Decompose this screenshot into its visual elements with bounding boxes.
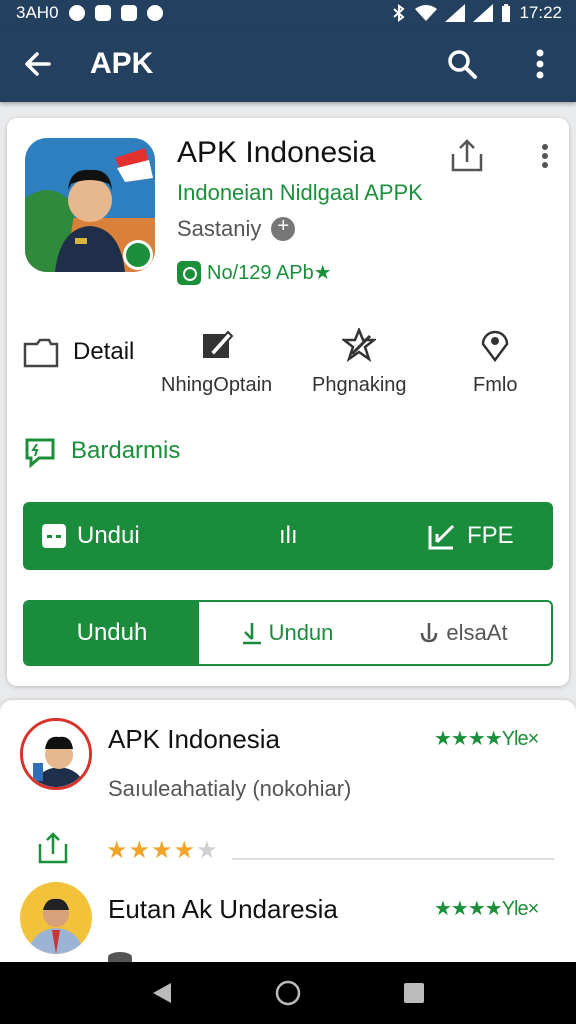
secondary-download-button[interactable]: elsaAt — [375, 602, 551, 664]
developer-add-icon — [271, 215, 296, 241]
edit-icon — [202, 330, 233, 358]
share-icon — [451, 139, 483, 172]
app-detail-card: APK Indonesia Indoneian Nidlgaal APPK Sa… — [7, 118, 569, 686]
wifi-icon — [415, 5, 438, 21]
download-options: Unduh Undun elsaAt — [23, 600, 553, 666]
back-button[interactable] — [18, 44, 58, 84]
info-item-2-label: Phgnaking — [312, 374, 407, 396]
detail-label: Detail — [73, 338, 135, 365]
edit-chart-icon — [428, 524, 455, 550]
more-vert-icon — [536, 49, 544, 79]
unduh-button[interactable]: Unduh — [25, 602, 199, 664]
info-item-2[interactable]: Phgnaking — [312, 328, 407, 397]
status-settings-icon — [146, 5, 163, 21]
search-icon — [448, 50, 477, 79]
list-item-rating-label-2: ★★★★Yle× — [434, 898, 539, 920]
overflow-menu-button[interactable] — [520, 44, 560, 84]
download-bar: Undui ılı FPE — [23, 502, 553, 570]
app-title: APK Indonesia — [177, 136, 376, 169]
unduh-label: Unduh — [76, 619, 148, 646]
app-developer[interactable]: Sastaniy — [177, 215, 296, 242]
check-icon — [177, 260, 201, 285]
status-left-text: 3AH0 — [16, 3, 59, 22]
info-item-1-label: NhingOptain — [161, 374, 273, 396]
edit-apk-button[interactable]: FPE — [427, 502, 514, 570]
nav-home-icon[interactable] — [274, 979, 302, 1007]
app-subtitle: Indoneian Nidlgaal APPK — [177, 180, 423, 205]
list-item-stars: ★★★★★ — [106, 836, 219, 865]
info-item-3[interactable]: Fmlo — [473, 328, 517, 397]
status-image-icon — [120, 5, 137, 21]
permissions-row[interactable]: Bardarmis — [23, 434, 180, 468]
app-rating: No/129 APb★ — [177, 260, 332, 285]
arrow-left-icon — [25, 52, 51, 76]
list-item-rating-label: ★★★★Yle× — [434, 728, 539, 750]
stats-label: ılı — [279, 522, 298, 549]
download-button[interactable]: Undui — [41, 502, 140, 570]
edit-apk-label: FPE — [467, 522, 514, 549]
download-arrow-icon — [242, 623, 261, 645]
info-item-1[interactable]: NhingOptain — [161, 328, 272, 397]
info-row: Detail NhingOptain Phgnaking Fmlo — [7, 328, 569, 418]
folder-icon — [23, 338, 59, 368]
stats-button[interactable]: ılı — [279, 502, 298, 570]
card-more-button[interactable] — [531, 136, 559, 176]
battery-icon — [502, 4, 511, 22]
list-item-avatar-2[interactable] — [20, 882, 92, 954]
more-vert-icon — [542, 144, 548, 168]
secondary-download-label: elsaAt — [446, 620, 508, 645]
partial-icon — [108, 952, 132, 962]
permissions-label: Bardarmis — [71, 437, 181, 464]
system-nav-bar — [0, 962, 576, 1024]
download-label: Undui — [77, 522, 140, 549]
status-bar: 3AH0 17:22 — [0, 0, 576, 26]
chat-icon — [25, 438, 55, 468]
signal-icon-2 — [473, 4, 494, 22]
list-item-share-button[interactable] — [36, 830, 70, 864]
list-item-avatar[interactable] — [20, 718, 92, 790]
status-notification-icon — [68, 5, 85, 21]
star-edit-icon — [342, 328, 377, 362]
app-verified-badge — [123, 240, 153, 270]
share-button[interactable] — [447, 136, 487, 176]
status-time: 17:22 — [519, 3, 562, 22]
status-app-icon — [94, 5, 111, 21]
list-item-title[interactable]: APK Indonesia — [108, 724, 280, 755]
share-icon — [38, 832, 68, 864]
undun-label: Undun — [268, 620, 334, 645]
list-item-title-2[interactable]: Eutan Ak Undaresia — [108, 894, 338, 925]
info-item-3-label: Fmlo — [473, 374, 518, 396]
app-bar-title: APK — [90, 47, 154, 80]
stars-filled: ★★★★ — [106, 837, 197, 864]
undun-button[interactable]: Undun — [199, 602, 375, 664]
app-rating-text: No/129 APb★ — [207, 262, 332, 284]
developer-name: Sastaniy — [177, 216, 262, 241]
download-box-icon — [42, 524, 66, 548]
list-item-description: Saıuleahatialy (nokohiar) — [108, 776, 352, 801]
download-arrow-icon — [421, 623, 438, 643]
signal-icon — [445, 4, 466, 22]
divider — [232, 858, 554, 860]
app-icon — [25, 138, 155, 272]
detail-section[interactable]: Detail — [23, 336, 134, 368]
bluetooth-icon — [393, 4, 406, 22]
location-icon — [481, 330, 509, 362]
search-button[interactable] — [442, 44, 482, 84]
nav-back-icon[interactable] — [151, 981, 173, 1005]
related-apps-card: APK Indonesia ★★★★Yle× Saıuleahatialy (n… — [0, 700, 576, 962]
nav-recents-icon[interactable] — [403, 982, 425, 1004]
stars-empty: ★ — [196, 837, 219, 864]
app-bar: APK — [0, 26, 576, 102]
